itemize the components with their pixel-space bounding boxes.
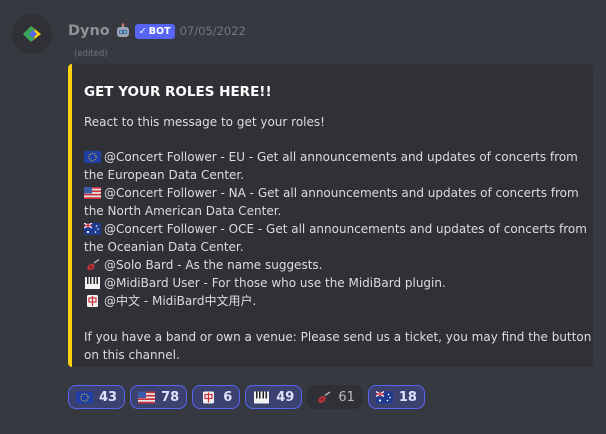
bot-badge-label: BOT xyxy=(148,25,171,37)
reaction-piano[interactable]: 49 xyxy=(245,385,303,409)
embed-intro: React to this message to get your roles! xyxy=(84,115,325,129)
reaction-us[interactable]: 78 xyxy=(130,385,188,409)
guitar-icon xyxy=(318,391,331,403)
edited-marker: (edited) xyxy=(74,49,108,59)
au-flag-icon xyxy=(375,390,393,403)
roles-embed: GET YOUR ROLES HERE!! React to this mess… xyxy=(68,64,593,367)
reaction-count: 18 xyxy=(398,389,417,405)
mahjong-tile-icon xyxy=(87,295,98,307)
eu-flag-icon xyxy=(76,391,93,403)
piano-keys-icon xyxy=(85,277,100,289)
embed-line-text: @Concert Follower - NA - Get all announc… xyxy=(104,186,579,200)
embed-line-oce: @Concert Follower - OCE - Get all announ… xyxy=(84,220,587,238)
embed-line-text: @中文 - MidiBard中文用户. xyxy=(104,294,257,308)
embed-line-text: @Concert Follower - OCE - Get all announ… xyxy=(104,222,587,236)
embed-line-text: @MidiBard User - For those who use the M… xyxy=(104,276,446,290)
reaction-eu[interactable]: 43 xyxy=(68,385,126,409)
dyno-logo-icon xyxy=(23,26,41,42)
embed-line-text: @Concert Follower - EU - Get all announc… xyxy=(104,150,578,164)
embed-line-chinese: @中文 - MidiBard中文用户. xyxy=(84,292,256,310)
embed-line-eu: @Concert Follower - EU - Get all announc… xyxy=(84,148,578,166)
guitar-icon xyxy=(87,259,100,271)
embed-line-midibard: @MidiBard User - For those who use the M… xyxy=(84,274,446,292)
embed-title: GET YOUR ROLES HERE!! xyxy=(84,84,272,100)
us-flag-icon xyxy=(84,187,101,199)
eu-flag-icon xyxy=(84,151,101,163)
embed-line-na-cont: the North American Data Center. xyxy=(84,204,282,218)
embed-line-na: @Concert Follower - NA - Get all announc… xyxy=(84,184,579,202)
reaction-count: 6 xyxy=(223,389,233,405)
timestamp[interactable]: 07/05/2022 xyxy=(180,24,246,38)
avatar[interactable] xyxy=(12,14,52,54)
reaction-au[interactable]: 18 xyxy=(367,385,425,409)
reaction-count: 78 xyxy=(161,389,180,405)
embed-line-oce-cont: the Oceanian Data Center. xyxy=(84,240,244,254)
embed-footer-line: on this channel. xyxy=(84,348,180,362)
reaction-mahjong[interactable]: 6 xyxy=(192,385,241,409)
embed-footer-line: If you have a band or own a venue: Pleas… xyxy=(84,330,592,344)
bot-badge: ✓ BOT xyxy=(134,23,175,39)
reaction-count: 49 xyxy=(276,389,295,405)
piano-keys-icon xyxy=(254,391,270,403)
username[interactable]: Dyno xyxy=(68,23,110,39)
au-flag-icon xyxy=(84,223,101,235)
us-flag-icon xyxy=(138,391,156,403)
reaction-guitar[interactable]: 61 xyxy=(307,385,363,409)
reaction-count: 61 xyxy=(338,389,355,405)
check-icon: ✓ xyxy=(138,25,147,37)
embed-line-text: @Solo Bard - As the name suggests. xyxy=(104,258,323,272)
embed-line-solo: @Solo Bard - As the name suggests. xyxy=(84,256,322,274)
mahjong-tile-icon xyxy=(203,391,215,403)
reaction-count: 43 xyxy=(99,389,118,405)
embed-line-eu-cont: the European Data Center. xyxy=(84,168,245,182)
reaction-bar: 43 78 6 49 61 18 xyxy=(68,385,425,409)
message-header: Dyno ✓ BOT 07/05/2022 xyxy=(68,22,246,40)
robot-icon xyxy=(116,23,129,37)
